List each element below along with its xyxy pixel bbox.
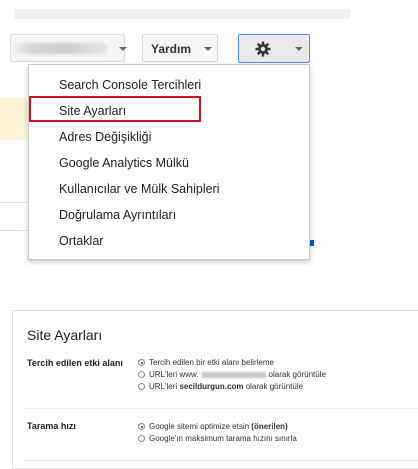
divider	[24, 408, 418, 409]
blurred-domain	[200, 371, 267, 378]
divider	[0, 202, 27, 203]
option-limit-max-crawl: Google'ın maksimum tarama hızını sınırla	[149, 434, 297, 443]
menu-item-verification-details[interactable]: Doğrulama Ayrıntıları	[59, 208, 176, 222]
radio-non-www-domain[interactable]	[138, 383, 145, 390]
settings-dropdown-menu: Search Console Tercihleri Site Ayarları …	[28, 64, 310, 260]
option-www-domain: URL'leri www. olarak görüntüle	[149, 370, 326, 379]
divider	[0, 230, 27, 231]
gear-icon	[255, 41, 271, 57]
menu-item-search-console-preferences[interactable]: Search Console Tercihleri	[59, 78, 201, 92]
crawl-rate-label: Tarama hızı	[27, 421, 76, 431]
chevron-down-icon	[204, 47, 212, 51]
highlight-box	[29, 96, 201, 122]
top-bar-strip	[14, 9, 350, 19]
link-fragment	[310, 240, 314, 246]
help-button[interactable]: Yardım	[142, 34, 218, 62]
notification-strip	[0, 98, 27, 140]
chevron-down-icon	[119, 47, 127, 51]
divider	[24, 460, 418, 461]
radio-no-preferred-domain[interactable]	[138, 359, 145, 366]
option-no-preferred-domain: Tercih edilen bir etki alanı belirleme	[149, 358, 274, 367]
option-google-optimize: Google sitemi optimize etsin (önerilen)	[149, 422, 288, 431]
preferred-domain-label: Tercih edilen etki alanı	[27, 358, 123, 368]
settings-gear-button[interactable]	[238, 34, 310, 63]
menu-item-change-of-address[interactable]: Adres Değişikliği	[59, 130, 151, 144]
site-selector[interactable]	[10, 34, 127, 62]
help-button-label: Yardım	[151, 42, 192, 56]
menu-item-associates[interactable]: Ortaklar	[59, 234, 103, 248]
page-title: Site Ayarları	[27, 327, 103, 343]
site-selector-value	[11, 43, 107, 54]
radio-limit-max-crawl[interactable]	[138, 435, 145, 442]
menu-item-google-analytics-property[interactable]: Google Analytics Mülkü	[59, 156, 189, 170]
chevron-down-icon	[295, 47, 303, 51]
radio-google-optimize[interactable]	[138, 423, 145, 430]
menu-item-users-and-owners[interactable]: Kullanıcılar ve Mülk Sahipleri	[59, 182, 220, 196]
radio-www-domain[interactable]	[138, 371, 145, 378]
option-non-www-domain: URL'leri secildurgun.com olarak görüntül…	[149, 382, 304, 391]
